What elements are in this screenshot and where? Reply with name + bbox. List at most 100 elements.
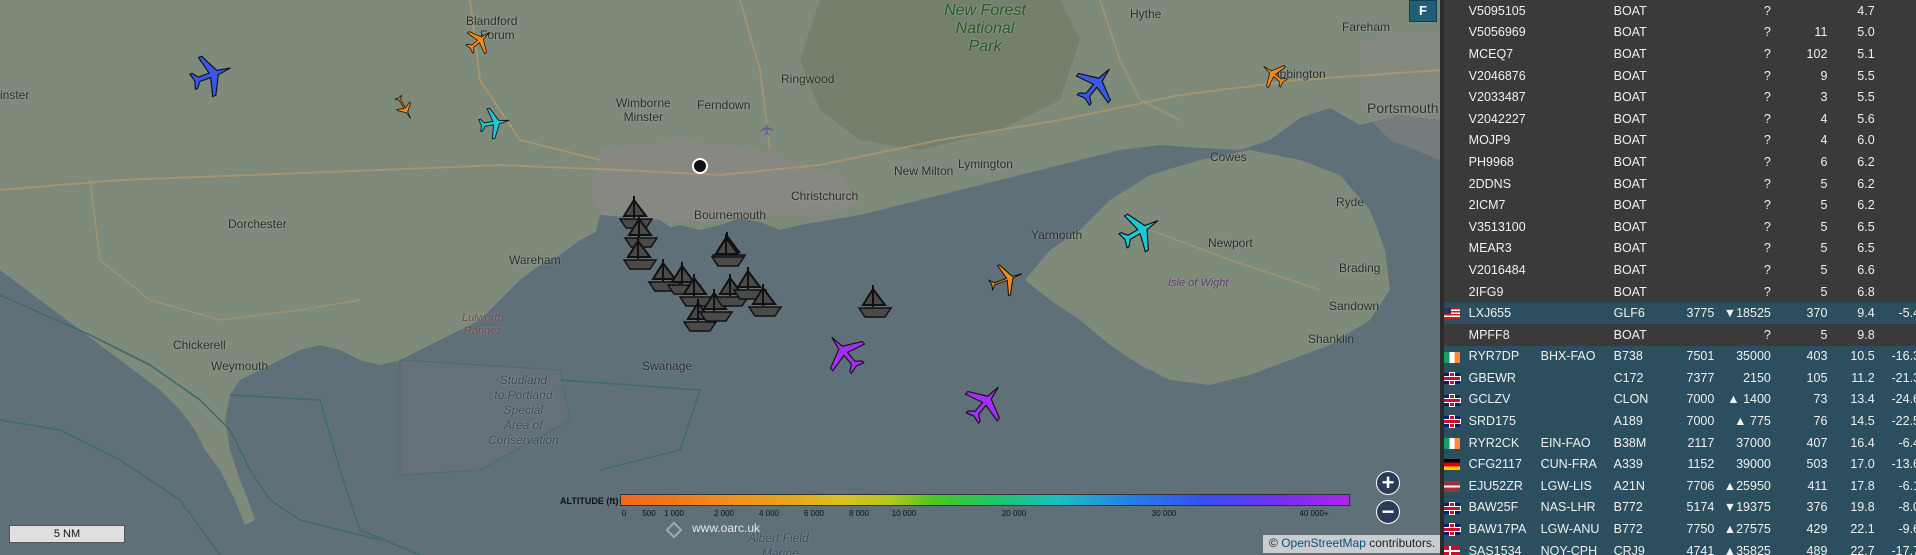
openstreetmap-link[interactable]: OpenStreetMap (1281, 536, 1366, 550)
table-row[interactable]: 2DDNS BOAT? 5 6.2 (1444, 173, 1916, 195)
table-row[interactable]: 2ICM7 BOAT? 5 6.2 (1444, 194, 1916, 216)
table-row[interactable]: V5056969 BOAT? 11 5.0 (1444, 22, 1916, 44)
distance-cell: 13.4 (1827, 388, 1875, 411)
route-cell (1541, 108, 1614, 130)
table-row[interactable]: V3513100 BOAT? 5 6.5 (1444, 216, 1916, 238)
aircraft-table-panel[interactable]: V5095105 BOAT? 4.7 V5056969 BOAT? 11 5.0 MCEQ7 B… (1440, 0, 1916, 555)
speed-cell: 370 (1770, 302, 1828, 324)
rssi-cell (1875, 281, 1916, 303)
squawk-cell (1670, 86, 1714, 108)
place-label-line: Studland (499, 373, 548, 387)
altitude-cell: ? (1763, 90, 1771, 105)
place-label-line: Area of (504, 418, 543, 432)
type-cell: BOAT (1613, 154, 1647, 169)
fullscreen-toggle-button[interactable]: F (1409, 0, 1437, 22)
rssi-cell (1875, 238, 1916, 260)
altitude-tick-label: 20 000 (1001, 509, 1027, 518)
type-cell: BOAT (1613, 46, 1647, 61)
place-label-line: Lulworth (462, 312, 504, 324)
place-label: inster (0, 88, 30, 102)
rssi-cell: -9.6 (1874, 518, 1916, 540)
country-flag-icon (1444, 92, 1460, 103)
speed-cell: 102 (1806, 46, 1828, 61)
type-cell: A189 (1613, 410, 1671, 432)
table-row[interactable]: V2033487 BOAT? 3 5.5 (1444, 86, 1916, 108)
distance-cell: 14.5 (1827, 410, 1875, 432)
rssi-cell: -5.4 (1874, 302, 1916, 324)
aircraft-marker[interactable] (474, 103, 513, 142)
callsign-cell: BAW17PA (1468, 518, 1541, 540)
table-row[interactable]: V2016484 BOAT? 5 6.6 (1444, 259, 1916, 281)
place-label: Ringwood (781, 72, 835, 86)
route-cell: LGW-ANU (1540, 518, 1614, 540)
altitude-cell: ? (1763, 154, 1771, 169)
squawk-cell: 7501 (1670, 345, 1715, 368)
rssi-cell (1875, 194, 1916, 216)
table-row[interactable]: GBEWR C1727377215010511.2-21.3 (1444, 367, 1916, 389)
type-cell: BOAT (1613, 68, 1647, 83)
country-flag-icon (1444, 49, 1460, 60)
place-label: Chickerell (173, 338, 226, 352)
squawk-cell: 7000 (1670, 388, 1715, 411)
altitude-tick-label: 1 000 (663, 509, 685, 518)
table-row[interactable]: MPFF8 BOAT? 5 9.8 (1444, 324, 1916, 346)
map-view[interactable]: Blandford Forum inster New Forest Nation… (0, 0, 1440, 555)
table-row[interactable]: SAS1534NQY-CPHCRJ94741▲3582548922.7-17.7 (1444, 539, 1916, 555)
distance-cell: 6.5 (1857, 241, 1875, 256)
route-cell (1541, 43, 1614, 65)
type-cell: BOAT (1613, 198, 1647, 213)
table-row[interactable]: MEAR3 BOAT? 5 6.5 (1444, 238, 1916, 260)
table-row[interactable]: BAW25FNAS-LHRB7725174▼1937537619.8-8.0 (1444, 496, 1916, 519)
table-row[interactable]: GCLZV CLON7000▲ 14007313.4-24.6 (1444, 388, 1916, 411)
aircraft-marker[interactable] (760, 122, 774, 136)
map-attribution: © OpenStreetMap contributors. (1263, 535, 1440, 553)
zoom-out-button[interactable]: − (1376, 500, 1400, 524)
distance-cell: 5.6 (1857, 111, 1875, 126)
callsign-cell: V2016484 (1468, 262, 1526, 277)
table-row[interactable]: EJU52ZRLGW-LISA21N7706▲2595041117.8-6.1 (1444, 475, 1916, 497)
place-label-line: to Portland (494, 388, 553, 402)
callsign-cell: CFG2117 (1468, 453, 1541, 476)
table-row[interactable]: BAW17PALGW-ANUB7727750▲2757542922.1-9.6 (1444, 518, 1916, 540)
callsign-cell: BAW25F (1468, 496, 1541, 519)
country-flag-icon (1444, 330, 1460, 341)
oarc-link[interactable]: www.oarc.uk (692, 521, 760, 535)
route-cell (1541, 173, 1614, 195)
table-row[interactable]: 2IFG9 BOAT? 5 6.8 (1444, 281, 1916, 303)
table-row[interactable]: MCEQ7 BOAT? 102 5.1 (1444, 43, 1916, 65)
table-row[interactable]: SRD175 A1897000▲ 7757614.5-22.5 (1444, 410, 1916, 432)
place-label: Swanage (642, 359, 693, 373)
callsign-cell: V3513100 (1468, 219, 1526, 234)
boat-marker[interactable] (745, 280, 785, 320)
table-row[interactable]: V5095105 BOAT? 4.7 (1444, 0, 1916, 22)
country-flag-icon (1444, 545, 1460, 555)
flag-cell (1444, 475, 1469, 497)
altitude-cell: ? (1763, 68, 1771, 83)
table-row[interactable]: PH9968 BOAT? 6 6.2 (1444, 151, 1916, 173)
altitude-cell: ▲35825 (1714, 539, 1771, 555)
boat-marker[interactable] (855, 281, 895, 321)
table-row[interactable]: RYR2CKEIN-FAOB38M21173700040716.4-6.4 (1444, 431, 1916, 454)
speed-cell: 4 (1820, 133, 1828, 148)
route-cell (1541, 194, 1614, 216)
zoom-in-button[interactable]: + (1376, 471, 1400, 495)
squawk-cell (1670, 238, 1714, 260)
table-row[interactable]: V2042227 BOAT? 4 5.6 (1444, 108, 1916, 130)
altitude-cell: ? (1763, 219, 1771, 234)
table-row[interactable]: RYR7DPBHX-FAOB73875013500040310.5-16.3 (1444, 345, 1916, 368)
flag-cell (1444, 410, 1469, 432)
distance-cell: 9.8 (1857, 327, 1875, 342)
country-flag-icon (1444, 394, 1460, 406)
callsign-cell: 2DDNS (1468, 176, 1512, 191)
flag-cell (1444, 238, 1469, 260)
callsign-cell: GCLZV (1468, 388, 1541, 411)
table-row[interactable]: CFG2117CUN-FRAA33911523900050317.0-13.6 (1444, 453, 1916, 476)
altitude-cell: ▲27575 (1714, 518, 1771, 540)
table-row[interactable]: V2046876 BOAT? 9 5.5 (1444, 65, 1916, 87)
table-row[interactable]: LXJ655 GLF63775▼185253709.4-5.4 (1444, 302, 1916, 324)
callsign-cell: MPFF8 (1468, 327, 1510, 342)
table-row[interactable]: MOJP9 BOAT? 4 6.0 (1444, 130, 1916, 152)
type-cell: B738 (1613, 345, 1671, 368)
speed-cell: 503 (1770, 453, 1828, 476)
type-cell: CRJ9 (1613, 539, 1671, 555)
